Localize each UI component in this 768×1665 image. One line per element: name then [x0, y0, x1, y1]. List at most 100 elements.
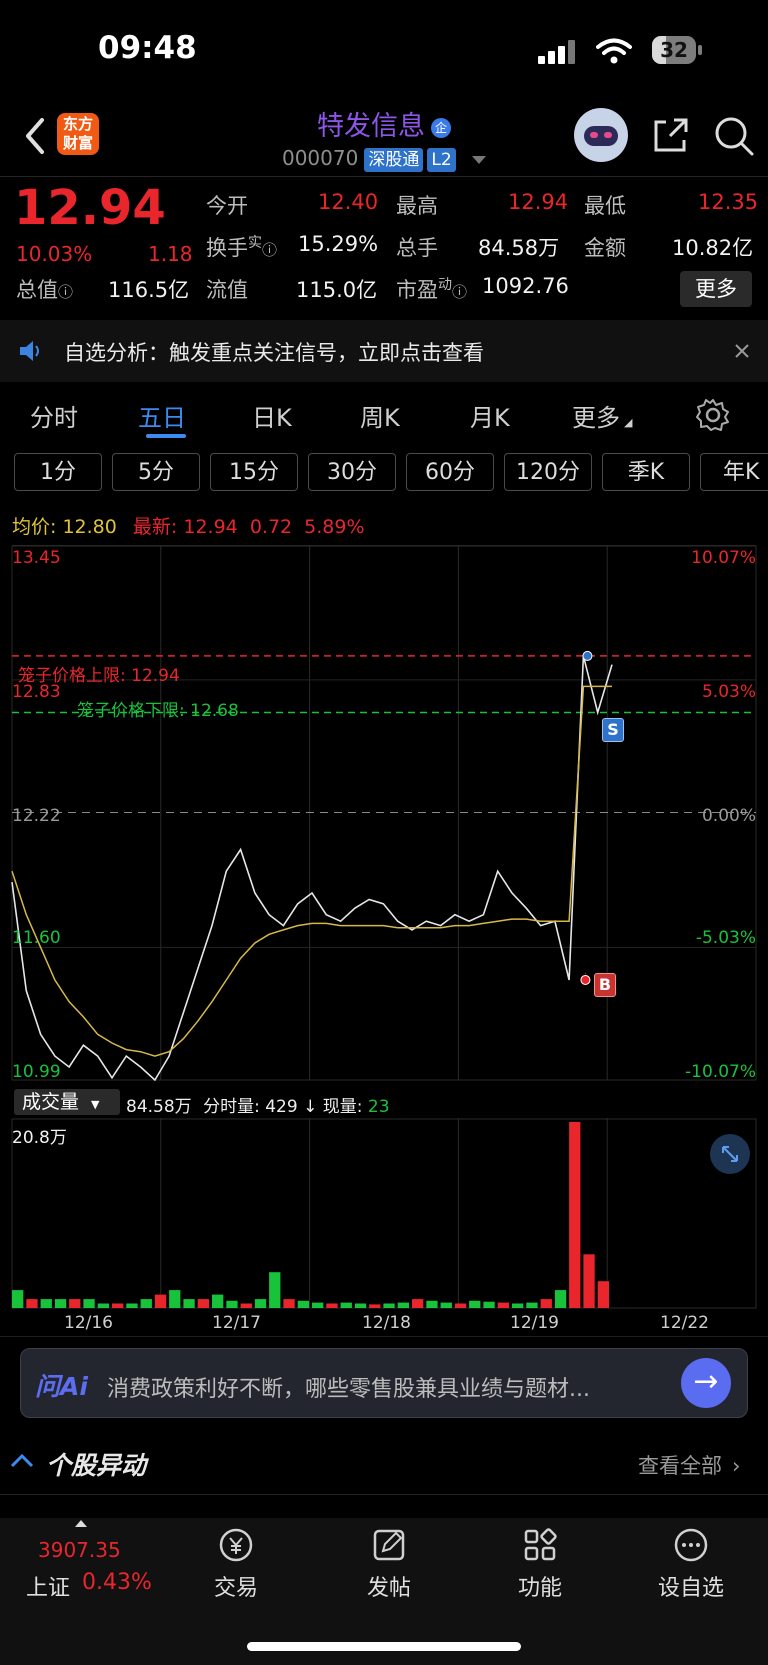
amount-value: 10.82亿	[672, 236, 754, 260]
volume-bar	[197, 1299, 209, 1308]
volume-ymax: 20.8万	[12, 1128, 67, 1148]
y-left-4: 11.60	[12, 928, 61, 948]
price-chart[interactable]	[0, 545, 768, 1085]
tick-volume: 429	[265, 1097, 298, 1117]
period-30min[interactable]: 30分	[308, 453, 396, 491]
volume-bar	[512, 1303, 524, 1308]
volume-bar	[383, 1303, 395, 1308]
volume-value: 84.58万	[478, 236, 560, 260]
chevron-up-icon[interactable]	[10, 1452, 34, 1470]
volume-bar	[40, 1299, 52, 1308]
view-all-link[interactable]: 查看全部 ›	[638, 1450, 740, 1480]
nav-post[interactable]: 发帖	[334, 1570, 444, 1602]
nav-add-watchlist[interactable]: 设自选	[636, 1570, 746, 1602]
tab-monthly-k[interactable]: 月K	[470, 398, 510, 433]
volume-summary: 84.58万 分时量: 429 ↓ 现量: 23	[126, 1092, 390, 1117]
volume-bar	[340, 1302, 352, 1308]
grid-apps-icon[interactable]	[485, 1525, 595, 1573]
upper-limit-label: 笼子价格上限: 12.94	[18, 666, 180, 686]
index-percent[interactable]: 0.43%	[82, 1570, 152, 1595]
volume-bar	[583, 1254, 595, 1308]
volume-bar	[569, 1122, 581, 1308]
level2-tag: L2	[427, 148, 456, 172]
volume-bar	[169, 1290, 181, 1308]
period-5min[interactable]: 5分	[112, 453, 200, 491]
gear-icon[interactable]	[696, 398, 730, 432]
tab-five-day[interactable]: 五日	[138, 398, 186, 433]
volume-bar	[26, 1299, 38, 1308]
y-right-min: -10.07%	[685, 1062, 756, 1082]
period-year-k[interactable]: 年K	[700, 453, 768, 491]
tab-weekly-k[interactable]: 周K	[360, 398, 400, 433]
nav-functions[interactable]: 功能	[485, 1570, 595, 1602]
notice-bar[interactable]: 自选分析：触发重点关注信号，立即点击查看	[0, 320, 768, 382]
y-right-4: -5.03%	[695, 928, 756, 948]
avg-label: 均价:	[12, 516, 57, 538]
volume-bar	[440, 1302, 452, 1308]
latest-value: 12.94	[183, 516, 238, 538]
change-percent: 10.03%	[16, 242, 93, 266]
volume-bar	[326, 1303, 338, 1308]
volume-bar	[212, 1294, 224, 1308]
open-label: 今开	[206, 194, 248, 218]
indicator-select[interactable]: 成交量 ▼	[14, 1089, 120, 1115]
info-icon: ⓘ	[452, 283, 468, 301]
index-value[interactable]: 3907.35	[38, 1538, 121, 1562]
stock-code: 000070	[281, 146, 359, 170]
notice-text: 自选分析：触发重点关注信号，立即点击查看	[64, 341, 484, 365]
volume-bar	[454, 1303, 467, 1308]
buy-marker[interactable]: B	[594, 973, 616, 997]
battery-icon: 32	[652, 36, 696, 64]
period-120min[interactable]: 120分	[504, 453, 592, 491]
more-dots-icon[interactable]	[636, 1525, 746, 1573]
nav-trade[interactable]: 交易	[181, 1570, 291, 1602]
volume-bar	[240, 1303, 252, 1308]
volume-chart[interactable]	[0, 1118, 768, 1310]
volume-bar	[526, 1302, 538, 1308]
ai-send-button[interactable]: →	[681, 1358, 731, 1408]
chevron-right-icon: ›	[732, 1454, 741, 1478]
period-1min[interactable]: 1分	[14, 453, 102, 491]
period-quarter-k[interactable]: 季K	[602, 453, 690, 491]
index-name[interactable]: 上证	[26, 1570, 70, 1602]
robot-avatar-icon[interactable]	[574, 108, 628, 162]
tab-daily-k[interactable]: 日K	[252, 398, 292, 433]
volume-bar	[154, 1294, 167, 1308]
y-right-2: 5.03%	[701, 682, 756, 702]
last-price: 12.94	[14, 180, 166, 236]
connect-tag: 深股通	[364, 148, 424, 172]
tab-intraday[interactable]: 分时	[30, 398, 78, 433]
share-icon[interactable]	[650, 116, 690, 156]
pe-label[interactable]: 市盈动ⓘ	[396, 274, 467, 304]
turnover-label[interactable]: 换手实ⓘ	[206, 232, 277, 262]
ai-assistant-bar[interactable]: 问Ai 消费政策利好不断，哪些零售股兼具业绩与题材...	[20, 1348, 748, 1418]
active-tab-indicator	[146, 434, 186, 438]
date-label: 12/16	[64, 1313, 113, 1333]
edit-post-icon[interactable]	[334, 1525, 444, 1573]
enterprise-badge: 企	[431, 117, 451, 138]
volume-bar	[83, 1299, 95, 1308]
more-button[interactable]: 更多	[680, 271, 752, 307]
mktcap-label[interactable]: 总值ⓘ	[16, 274, 73, 304]
high-value: 12.94	[508, 190, 569, 214]
close-icon[interactable]	[734, 343, 750, 359]
y-left-max: 13.45	[12, 548, 61, 568]
caret-up-icon	[75, 1520, 87, 1527]
volume-frame	[11, 1118, 757, 1309]
latest-change: 0.72	[249, 516, 293, 538]
volume-bar	[283, 1299, 295, 1308]
volume-bar	[254, 1299, 267, 1308]
period-60min[interactable]: 60分	[406, 453, 494, 491]
search-icon[interactable]	[712, 114, 756, 158]
turnover-value: 15.29%	[298, 232, 379, 256]
tab-more[interactable]: 更多 ◢	[572, 398, 632, 433]
sell-marker[interactable]: S	[602, 718, 624, 742]
ai-prompt: 消费政策利好不断，哪些零售股兼具业绩与题材...	[107, 1377, 590, 1402]
date-label: 12/19	[510, 1313, 559, 1333]
current-volume-label: 现量:	[322, 1097, 363, 1117]
volume-bar	[412, 1299, 424, 1308]
yen-exchange-icon[interactable]	[181, 1525, 291, 1573]
info-icon: ⓘ	[58, 283, 74, 301]
period-15min[interactable]: 15分	[210, 453, 298, 491]
expand-icon[interactable]	[710, 1134, 750, 1174]
